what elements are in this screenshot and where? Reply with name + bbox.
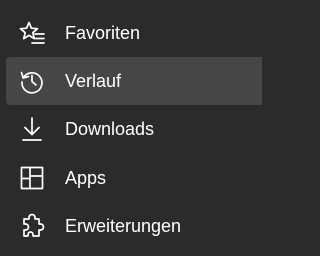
download-icon [18, 115, 46, 143]
apps-grid-icon [18, 164, 46, 192]
menu-item-history[interactable]: Verlauf [6, 57, 262, 105]
menu-item-downloads[interactable]: Downloads [0, 105, 256, 153]
browser-menu: Favoriten Verlauf Downloads Apps Erweite… [0, 0, 262, 256]
menu-item-label: Apps [65, 167, 107, 188]
history-icon [18, 67, 46, 95]
menu-item-extensions[interactable]: Erweiterungen [0, 202, 256, 250]
menu-item-favorites[interactable]: Favoriten [0, 9, 256, 57]
menu-item-label: Erweiterungen [65, 215, 182, 236]
menu-item-label: Favoriten [65, 22, 141, 43]
extensions-puzzle-icon [18, 212, 46, 240]
menu-item-label: Verlauf [65, 70, 122, 91]
menu-item-label: Downloads [65, 118, 155, 139]
menu-item-apps[interactable]: Apps [0, 154, 256, 202]
favorites-icon [18, 19, 46, 47]
